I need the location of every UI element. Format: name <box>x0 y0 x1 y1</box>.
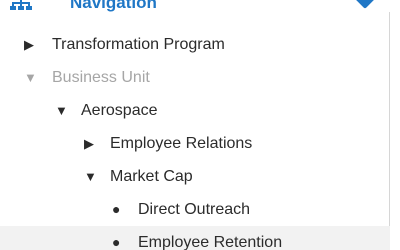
collapse-arrow-icon[interactable]: ▼ <box>24 61 37 94</box>
navigation-title: Navigation <box>70 0 157 12</box>
expand-arrow-icon[interactable]: ▶ <box>24 28 34 61</box>
tree-item-label: Employee Retention <box>138 234 283 250</box>
navigation-header[interactable]: Navigation <box>0 0 400 12</box>
tree-item-label: Employee Relations <box>110 135 253 152</box>
tree-item-label: Aerospace <box>81 102 158 119</box>
bullet-icon: ● <box>112 201 121 217</box>
tree-item-label: Transformation Program <box>52 36 225 53</box>
tree-item-direct-outreach[interactable]: ● Direct Outreach <box>0 193 390 226</box>
tree-item-employee-retention[interactable]: ● Employee Retention <box>0 226 390 250</box>
sitemap-icon <box>10 0 32 10</box>
tree-item-label: Direct Outreach <box>138 201 251 218</box>
tree-item-market-cap[interactable]: ▼ Market Cap <box>0 160 390 193</box>
tree-item-business-unit[interactable]: ▼ Business Unit <box>0 61 390 94</box>
collapse-arrow-icon[interactable]: ▼ <box>84 160 97 193</box>
tree-item-employee-relations[interactable]: ▶ Employee Relations <box>0 127 390 160</box>
expand-arrow-icon[interactable]: ▶ <box>84 127 94 160</box>
collapse-arrow-icon[interactable]: ▼ <box>55 94 68 127</box>
chevron-down-icon[interactable] <box>355 0 375 9</box>
bullet-icon: ● <box>112 234 121 250</box>
tree-item-aerospace[interactable]: ▼ Aerospace <box>0 94 390 127</box>
tree-item-label: Market Cap <box>110 168 193 185</box>
tree-item-transformation-program[interactable]: ▶ Transformation Program <box>0 28 390 61</box>
tree-item-label: Business Unit <box>52 69 150 86</box>
navigation-panel: Navigation ▶ Transformation Program ▼ Bu… <box>0 0 400 250</box>
navigation-tree: ▶ Transformation Program ▼ Business Unit… <box>0 28 390 250</box>
